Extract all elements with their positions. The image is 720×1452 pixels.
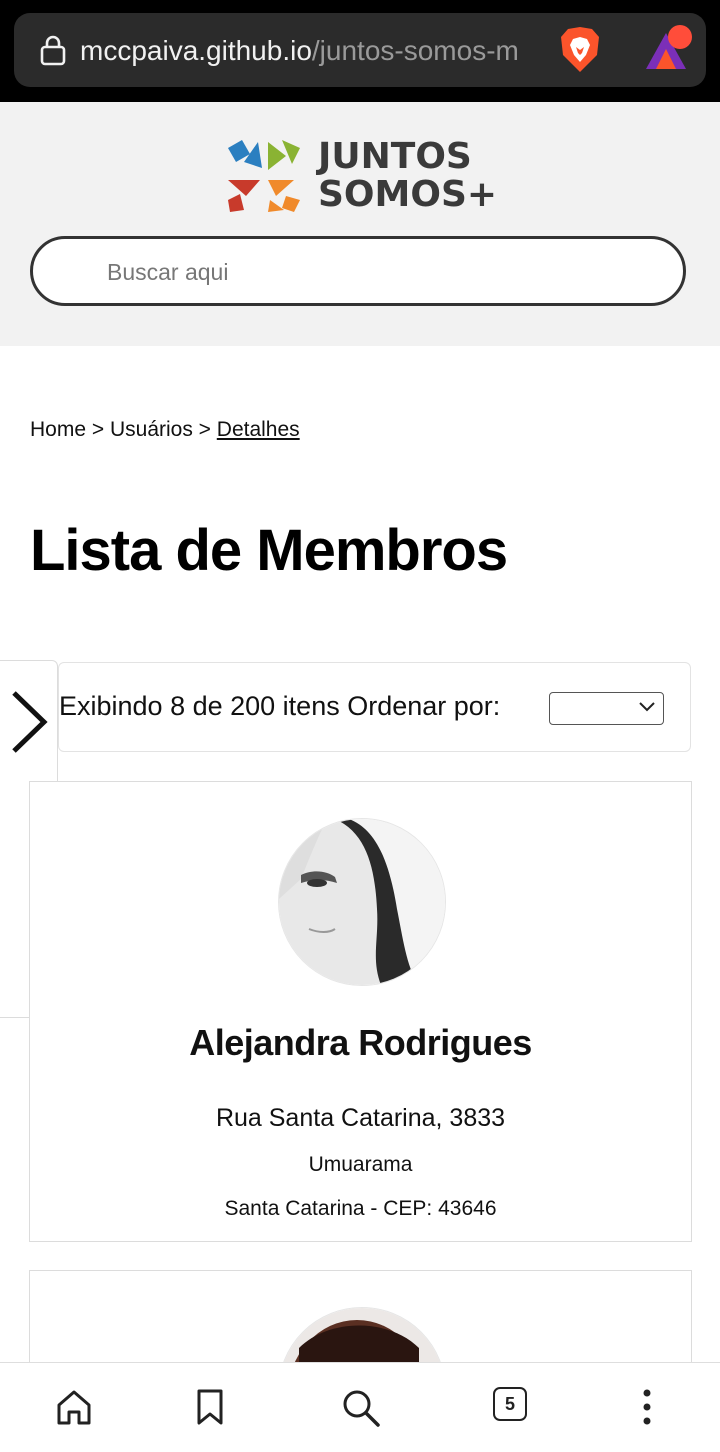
brave-rewards-icon[interactable] (642, 25, 694, 75)
bookmark-icon[interactable] (188, 1385, 232, 1429)
page-title: Lista de Membros (30, 518, 508, 583)
items-summary: Exibindo 8 de 200 itens Ordenar por: (59, 691, 501, 721)
url-host: mccpaiva.github.io (80, 35, 312, 66)
breadcrumb: Home > Usuários > Detalhes (30, 418, 300, 442)
breadcrumb-current[interactable]: Detalhes (217, 418, 300, 441)
chevron-right-icon[interactable] (8, 689, 50, 755)
logo-mark[interactable] (224, 138, 302, 214)
member-state-cep: Santa Catarina - CEP: 43646 (224, 1197, 497, 1220)
url-text[interactable]: mccpaiva.github.io/juntos-somos-m (80, 33, 556, 69)
browser-bottom-bar: 5 (0, 1362, 720, 1452)
filter-bar: Exibindo 8 de 200 itens Ordenar por: (58, 662, 691, 752)
member-avatar (278, 818, 446, 986)
address-bar[interactable]: mccpaiva.github.io/juntos-somos-m (14, 13, 706, 87)
member-city: Umuarama (308, 1153, 413, 1176)
sort-select[interactable] (549, 692, 664, 725)
search-box (30, 236, 686, 306)
breadcrumb-users[interactable]: Usuários (110, 418, 193, 441)
url-path: /juntos-somos-m (311, 35, 519, 66)
browser-toolbar: mccpaiva.github.io/juntos-somos-m (0, 0, 720, 102)
breadcrumb-separator: > (86, 418, 110, 441)
logo-line-2: SOMOS+ (318, 174, 498, 215)
member-street: Rua Santa Catarina, 3833 (215, 1104, 506, 1132)
member-name[interactable]: Alejandra Rodrigues (30, 1022, 691, 1064)
breadcrumb-home[interactable]: Home (30, 418, 86, 441)
logo-line-1: JUNTOS (318, 136, 472, 177)
member-card[interactable]: Alejandra Rodrigues Rua Santa Catarina, … (29, 781, 692, 1242)
logo-text[interactable]: JUNTOS SOMOS+ (318, 138, 497, 214)
more-icon[interactable] (625, 1385, 669, 1429)
tabs-icon[interactable]: 5 (493, 1387, 527, 1421)
brave-shield-icon[interactable] (558, 25, 602, 75)
search-input[interactable] (105, 251, 649, 293)
site-header: JUNTOS SOMOS+ (0, 102, 720, 346)
chevron-down-icon (639, 702, 655, 712)
home-icon[interactable] (52, 1385, 96, 1429)
breadcrumb-separator: > (192, 418, 217, 441)
search-icon[interactable] (338, 1385, 382, 1429)
lock-icon (40, 35, 66, 66)
